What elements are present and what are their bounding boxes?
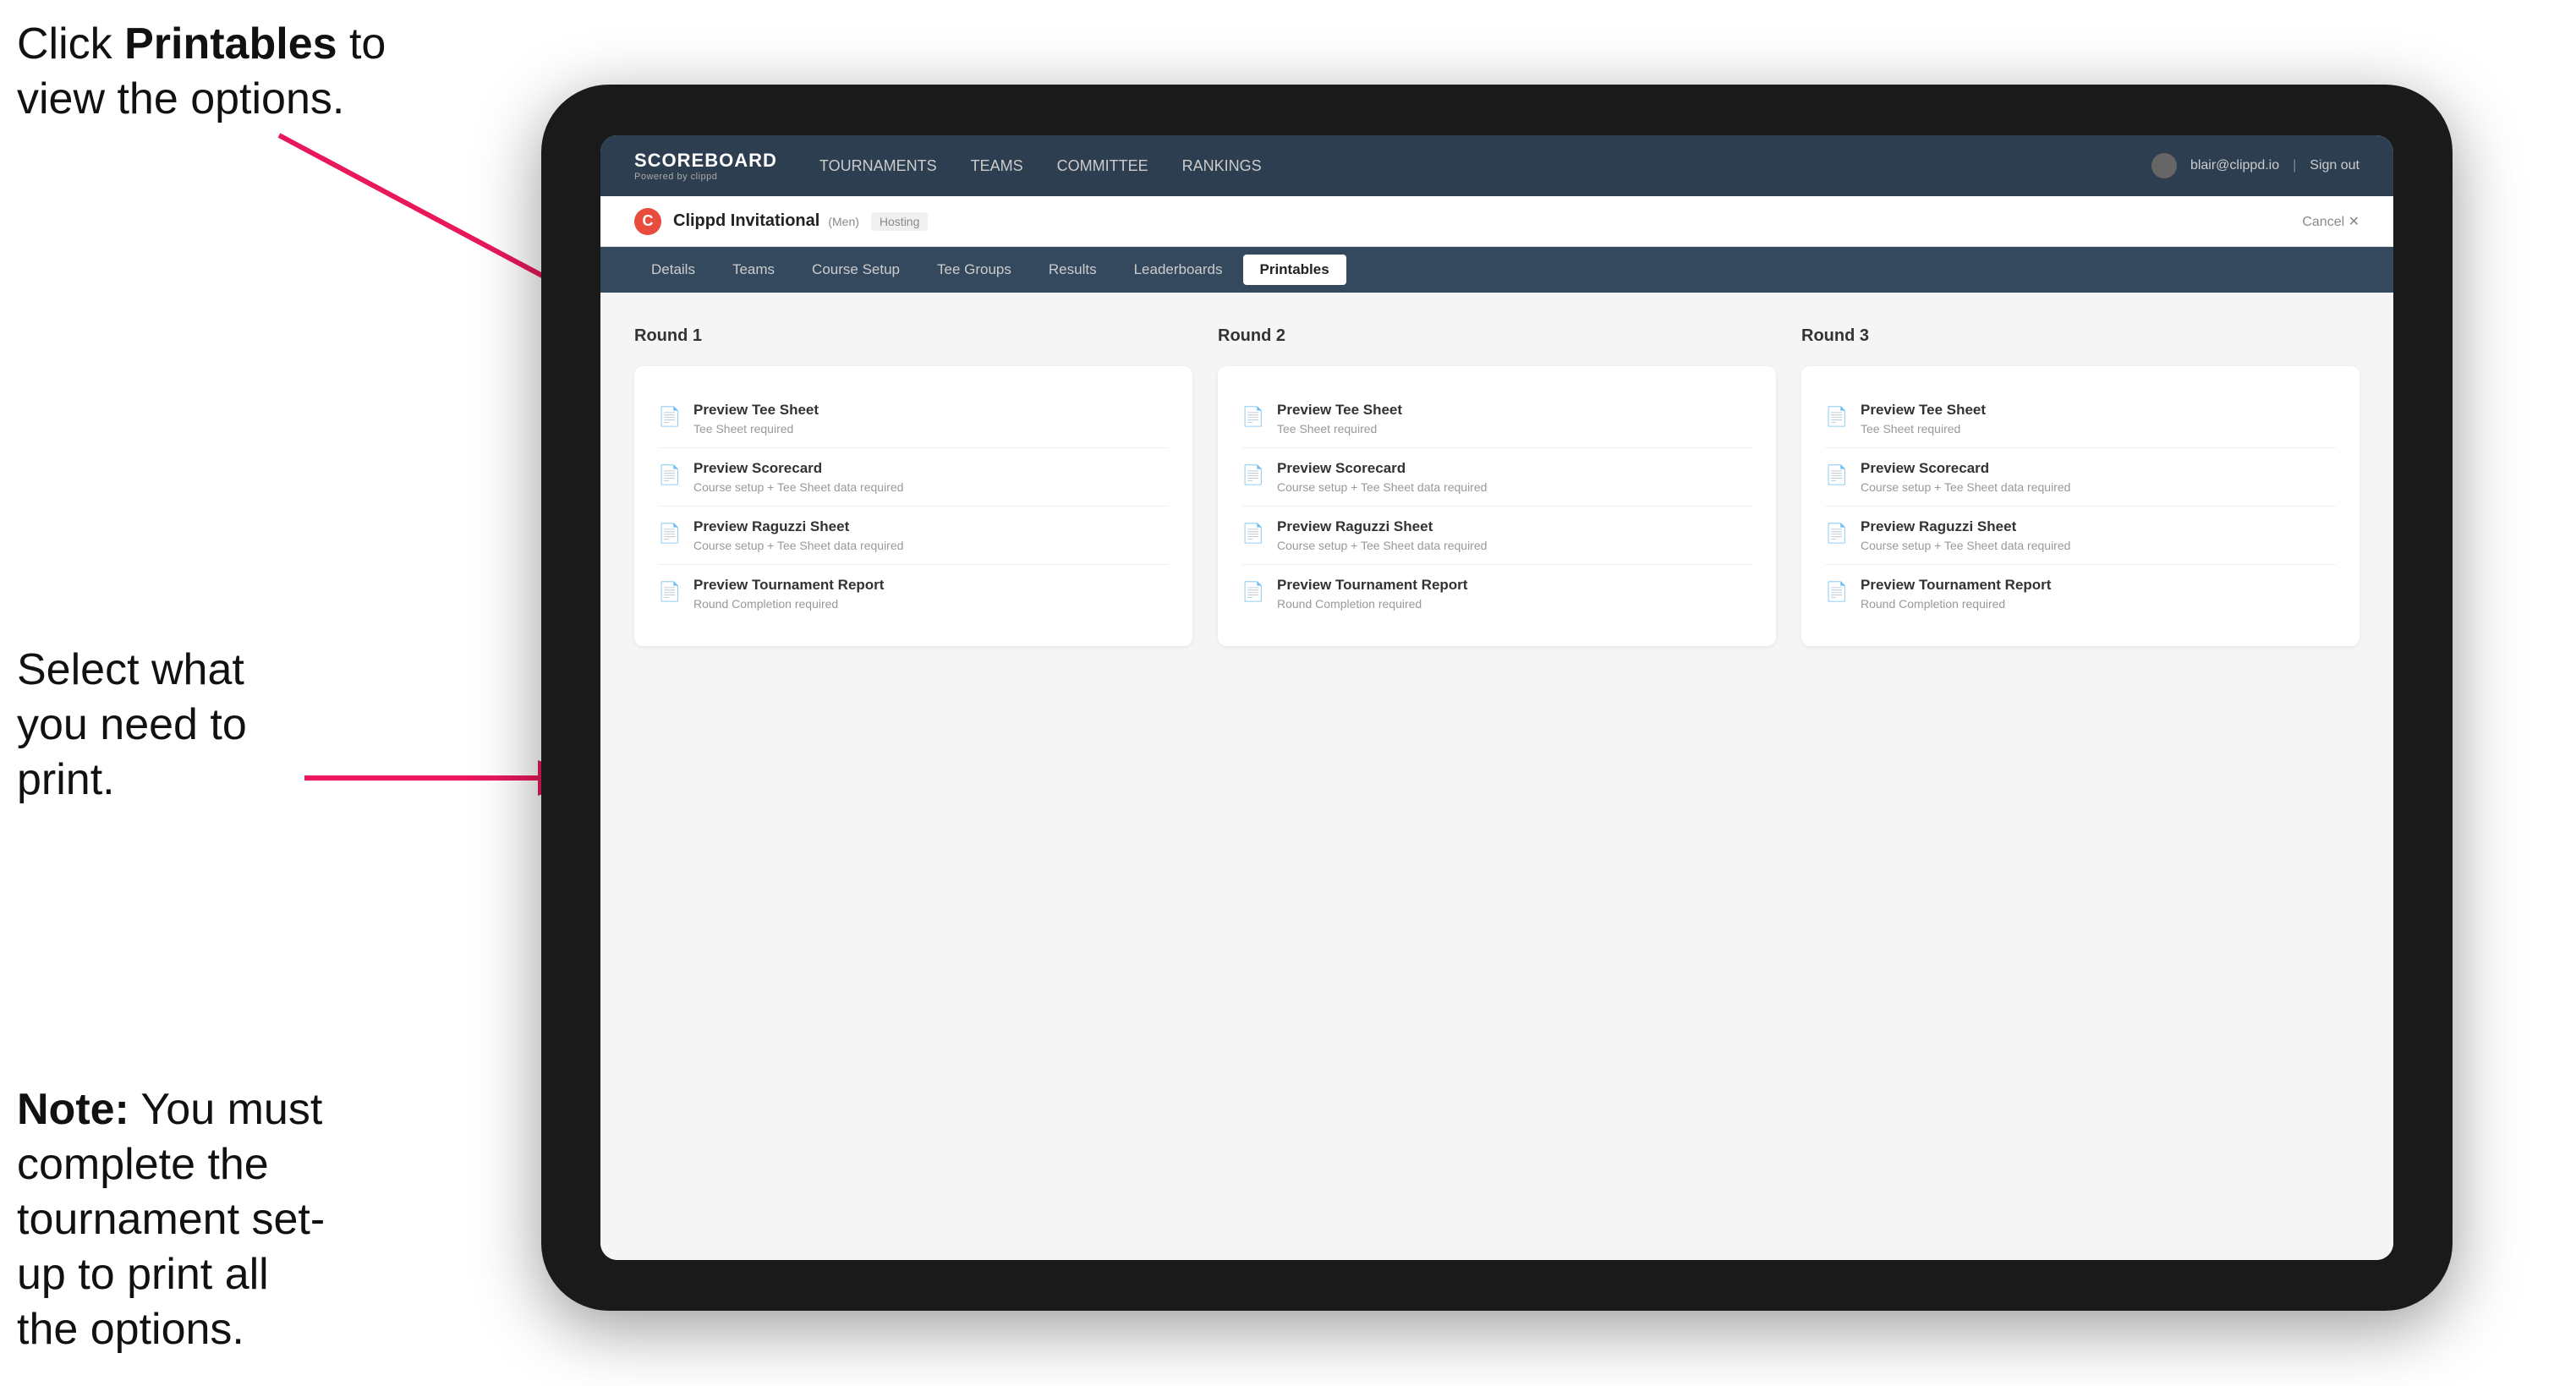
nav-right: blair@clippd.io | Sign out	[2151, 153, 2360, 178]
main-content: Round 1 📄 Preview Tee Sheet Tee Sheet re…	[600, 293, 2393, 1260]
tab-results[interactable]: Results	[1032, 255, 1114, 285]
r3-tee-sheet-title: Preview Tee Sheet	[1861, 402, 1986, 419]
round-1-title: Round 1	[634, 326, 1192, 346]
r2-tournament-report-icon: 📄	[1241, 578, 1265, 605]
nav-rankings[interactable]: RANKINGS	[1182, 154, 1262, 178]
brand: SCOREBOARD Powered by clippd	[634, 150, 777, 182]
tab-bar: Details Teams Course Setup Tee Groups Re…	[600, 247, 2393, 293]
round2-tournament-report[interactable]: 📄 Preview Tournament Report Round Comple…	[1241, 565, 1752, 622]
round1-tee-sheet[interactable]: 📄 Preview Tee Sheet Tee Sheet required	[658, 390, 1169, 448]
nav-links: TOURNAMENTS TEAMS COMMITTEE RANKINGS	[819, 154, 2151, 178]
round-1-column: Round 1 📄 Preview Tee Sheet Tee Sheet re…	[634, 326, 1192, 646]
round-3-title: Round 3	[1801, 326, 2360, 346]
tournament-logo: C	[634, 208, 661, 235]
tab-leaderboards[interactable]: Leaderboards	[1117, 255, 1240, 285]
round1-scorecard[interactable]: 📄 Preview Scorecard Course setup + Tee S…	[658, 448, 1169, 507]
r3-scorecard-sub: Course setup + Tee Sheet data required	[1861, 480, 2070, 494]
raguzzi-icon: 📄	[658, 520, 682, 547]
r2-tee-sheet-title: Preview Tee Sheet	[1277, 402, 1402, 419]
round-3-column: Round 3 📄 Preview Tee Sheet Tee Sheet re…	[1801, 326, 2360, 646]
r3-tee-sheet-sub: Tee Sheet required	[1861, 422, 1986, 436]
round1-raguzzi[interactable]: 📄 Preview Raguzzi Sheet Course setup + T…	[658, 507, 1169, 565]
round3-tee-sheet[interactable]: 📄 Preview Tee Sheet Tee Sheet required	[1825, 390, 2336, 448]
r3-scorecard-title: Preview Scorecard	[1861, 460, 2070, 477]
annotation-middle: Select what you need to print.	[17, 643, 304, 808]
tournament-report-icon: 📄	[658, 578, 682, 605]
r2-scorecard-icon: 📄	[1241, 462, 1265, 489]
r2-tournament-report-sub: Round Completion required	[1277, 597, 1467, 611]
round-2-title: Round 2	[1218, 326, 1776, 346]
r3-raguzzi-sub: Course setup + Tee Sheet data required	[1861, 539, 2070, 552]
r3-tournament-report-icon: 📄	[1825, 578, 1849, 605]
round2-raguzzi[interactable]: 📄 Preview Raguzzi Sheet Course setup + T…	[1241, 507, 1752, 565]
scorecard-title: Preview Scorecard	[693, 460, 903, 477]
r2-scorecard-title: Preview Scorecard	[1277, 460, 1487, 477]
tee-sheet-sub: Tee Sheet required	[693, 422, 819, 436]
round3-raguzzi[interactable]: 📄 Preview Raguzzi Sheet Course setup + T…	[1825, 507, 2336, 565]
r2-tee-sheet-sub: Tee Sheet required	[1277, 422, 1402, 436]
r3-tournament-report-sub: Round Completion required	[1861, 597, 2051, 611]
brand-name: SCOREBOARD	[634, 150, 777, 172]
r3-tee-sheet-icon: 📄	[1825, 403, 1849, 430]
scorecard-icon: 📄	[658, 462, 682, 489]
scorecard-sub: Course setup + Tee Sheet data required	[693, 480, 903, 494]
tournament-name: Clippd Invitational	[673, 211, 819, 231]
nav-tournaments[interactable]: TOURNAMENTS	[819, 154, 937, 178]
r2-raguzzi-icon: 📄	[1241, 520, 1265, 547]
round3-scorecard[interactable]: 📄 Preview Scorecard Course setup + Tee S…	[1825, 448, 2336, 507]
annotation-top: Click Printables toview the options.	[17, 17, 386, 127]
cancel-button[interactable]: Cancel ✕	[2302, 213, 2360, 230]
tab-tee-groups[interactable]: Tee Groups	[920, 255, 1028, 285]
round2-scorecard[interactable]: 📄 Preview Scorecard Course setup + Tee S…	[1241, 448, 1752, 507]
separator: |	[2293, 158, 2296, 173]
r2-raguzzi-sub: Course setup + Tee Sheet data required	[1277, 539, 1487, 552]
tab-course-setup[interactable]: Course Setup	[795, 255, 917, 285]
tab-printables[interactable]: Printables	[1243, 255, 1346, 285]
r3-raguzzi-icon: 📄	[1825, 520, 1849, 547]
status-badge: Hosting	[871, 212, 928, 231]
user-avatar	[2151, 153, 2177, 178]
tournament-tag: (Men)	[828, 215, 859, 228]
r2-tee-sheet-icon: 📄	[1241, 403, 1265, 430]
nav-committee[interactable]: COMMITTEE	[1057, 154, 1148, 178]
tee-sheet-icon: 📄	[658, 403, 682, 430]
raguzzi-title: Preview Raguzzi Sheet	[693, 518, 903, 535]
r2-scorecard-sub: Course setup + Tee Sheet data required	[1277, 480, 1487, 494]
annotation-bottom: Note: You must complete the tournament s…	[17, 1082, 338, 1357]
rounds-grid: Round 1 📄 Preview Tee Sheet Tee Sheet re…	[634, 326, 2360, 646]
round-3-card: 📄 Preview Tee Sheet Tee Sheet required 📄…	[1801, 366, 2360, 646]
sub-header: C Clippd Invitational (Men) Hosting Canc…	[600, 196, 2393, 247]
tablet-frame: SCOREBOARD Powered by clippd TOURNAMENTS…	[541, 85, 2453, 1311]
r2-raguzzi-title: Preview Raguzzi Sheet	[1277, 518, 1487, 535]
round-2-column: Round 2 📄 Preview Tee Sheet Tee Sheet re…	[1218, 326, 1776, 646]
r3-raguzzi-title: Preview Raguzzi Sheet	[1861, 518, 2070, 535]
tablet-screen: SCOREBOARD Powered by clippd TOURNAMENTS…	[600, 135, 2393, 1260]
raguzzi-sub: Course setup + Tee Sheet data required	[693, 539, 903, 552]
user-email: blair@clippd.io	[2190, 158, 2279, 173]
nav-teams[interactable]: TEAMS	[971, 154, 1023, 178]
annotation-note-bold: Note:	[17, 1085, 129, 1134]
round3-tournament-report[interactable]: 📄 Preview Tournament Report Round Comple…	[1825, 565, 2336, 622]
r3-tournament-report-title: Preview Tournament Report	[1861, 577, 2051, 594]
round2-tee-sheet[interactable]: 📄 Preview Tee Sheet Tee Sheet required	[1241, 390, 1752, 448]
brand-sub: Powered by clippd	[634, 172, 777, 182]
tournament-report-title: Preview Tournament Report	[693, 577, 884, 594]
r2-tournament-report-title: Preview Tournament Report	[1277, 577, 1467, 594]
sign-out-link[interactable]: Sign out	[2310, 158, 2360, 173]
round-2-card: 📄 Preview Tee Sheet Tee Sheet required 📄…	[1218, 366, 1776, 646]
top-nav: SCOREBOARD Powered by clippd TOURNAMENTS…	[600, 135, 2393, 196]
tab-details[interactable]: Details	[634, 255, 712, 285]
tee-sheet-title: Preview Tee Sheet	[693, 402, 819, 419]
tournament-report-sub: Round Completion required	[693, 597, 884, 611]
round-1-card: 📄 Preview Tee Sheet Tee Sheet required 📄…	[634, 366, 1192, 646]
tab-teams[interactable]: Teams	[715, 255, 792, 285]
round1-tournament-report[interactable]: 📄 Preview Tournament Report Round Comple…	[658, 565, 1169, 622]
annotation-bold: Printables	[124, 19, 337, 68]
r3-scorecard-icon: 📄	[1825, 462, 1849, 489]
